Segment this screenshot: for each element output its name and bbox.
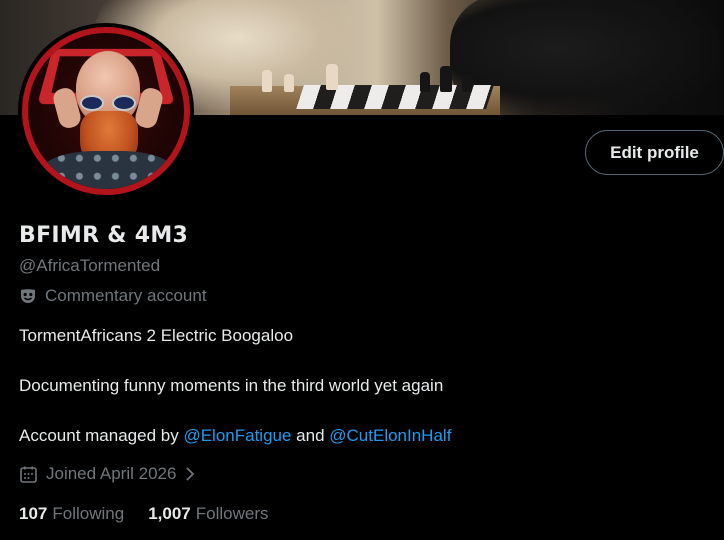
display-name: BFIMR & 4M3 (19, 223, 189, 248)
following-count: 107 (19, 504, 48, 523)
avatar-shirt (38, 151, 178, 189)
chess-piece (462, 74, 472, 92)
bio-line-1: TormentAfricans 2 Electric Boogaloo (19, 326, 294, 345)
followers-link[interactable]: 1,007 Followers (148, 504, 268, 524)
mention-link-1[interactable]: @ElonFatigue (183, 426, 291, 445)
following-link[interactable]: 107 Following (19, 504, 124, 524)
chess-piece (262, 70, 272, 92)
avatar-glasses-left (80, 95, 104, 111)
bio-line-3: Account managed by @ElonFatigue and @Cut… (19, 426, 451, 446)
calendar-icon (19, 465, 38, 484)
joined-text: Joined April 2026 (46, 464, 177, 483)
user-handle: @AfricaTormented (19, 256, 161, 275)
followers-label: Followers (195, 504, 269, 523)
commentary-text: Commentary account (45, 286, 207, 305)
bio-prefix: Account managed by (19, 426, 184, 445)
chess-piece (440, 66, 452, 92)
chess-piece (326, 64, 338, 90)
chevron-right-icon (184, 466, 196, 482)
edit-profile-button[interactable]: Edit profile (585, 130, 724, 175)
joined-date[interactable]: Joined April 2026 (19, 464, 196, 484)
followers-count: 1,007 (148, 504, 191, 523)
following-label: Following (52, 504, 125, 523)
follow-stats: 107 Following 1,007 Followers (19, 504, 268, 524)
bio-line-2: Documenting funny moments in the third w… (19, 376, 444, 395)
bio-middle: and (291, 426, 330, 445)
mask-icon (19, 287, 37, 305)
chess-piece (420, 72, 430, 92)
mention-link-2[interactable]: @CutElonInHalf (329, 426, 451, 445)
commentary-label: Commentary account (19, 286, 207, 306)
chess-piece (284, 74, 294, 92)
avatar[interactable] (22, 27, 190, 195)
avatar-glasses-right (112, 95, 136, 111)
